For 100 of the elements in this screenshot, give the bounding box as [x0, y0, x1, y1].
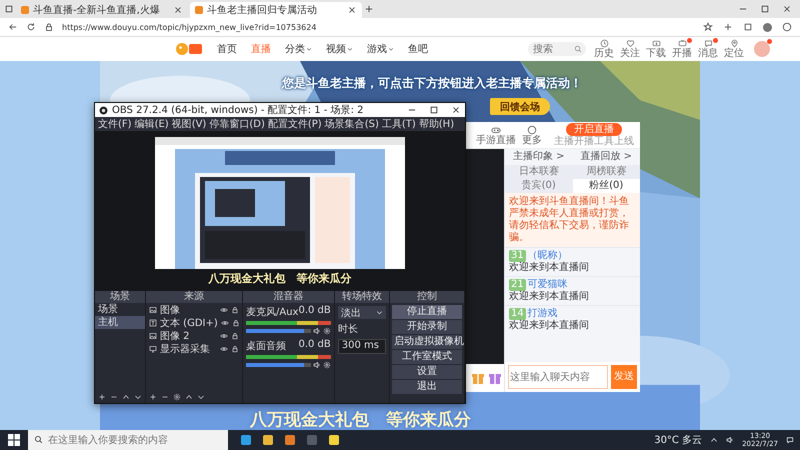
- scene-item[interactable]: 场景: [95, 303, 145, 316]
- taskbar-search-field[interactable]: 在这里输入你要搜索的内容: [28, 430, 228, 450]
- refresh-icon[interactable]: [26, 22, 36, 32]
- menu-icon[interactable]: [782, 22, 792, 32]
- chat-link[interactable]: 主播印象 >: [512, 151, 565, 163]
- address-field[interactable]: https://www.douyu.com/topic/hjypzxm_new_live?rid=10753624: [62, 22, 316, 32]
- scene-item[interactable]: 主机: [95, 316, 145, 329]
- user-name[interactable]: 可爱猫咪: [528, 279, 568, 291]
- visibility-icon[interactable]: [220, 318, 229, 326]
- move-up-icon[interactable]: [185, 393, 193, 401]
- nav-link[interactable]: 鱼吧: [408, 42, 428, 56]
- notifications-icon[interactable]: [786, 436, 794, 444]
- control-button[interactable]: 退出: [392, 380, 462, 394]
- move-down-icon[interactable]: [197, 393, 205, 401]
- chat-link[interactable]: 直播回放 >: [580, 151, 632, 163]
- lock-icon[interactable]: [231, 344, 239, 352]
- move-up-icon[interactable]: [122, 393, 130, 401]
- add-icon[interactable]: [98, 393, 106, 401]
- header-shortcut[interactable]: 下载: [646, 39, 666, 59]
- header-shortcut[interactable]: 历史: [594, 39, 614, 59]
- speaker-icon[interactable]: [312, 361, 321, 369]
- browser-tab[interactable]: 斗鱼直播-全新斗鱼直播,火爆: [16, 2, 188, 18]
- settings-icon[interactable]: [322, 327, 331, 335]
- chat-tab[interactable]: 贵宾(0): [505, 179, 572, 193]
- search-field[interactable]: 搜索: [528, 42, 586, 56]
- profile-icon[interactable]: [763, 22, 772, 32]
- show-hidden-icon[interactable]: [710, 436, 718, 444]
- source-item[interactable]: 图像 2: [160, 328, 217, 342]
- control-button[interactable]: 启动虚拟摄像机: [392, 335, 462, 349]
- caret-icon[interactable]: [347, 46, 353, 52]
- menu-item[interactable]: 场景集合(S): [324, 117, 379, 131]
- close-icon[interactable]: [173, 5, 183, 15]
- lock-icon[interactable]: [231, 332, 239, 340]
- header-shortcut[interactable]: 消息: [698, 39, 718, 59]
- caret-icon[interactable]: [388, 46, 394, 52]
- control-button[interactable]: 工作室模式: [392, 350, 462, 364]
- header-shortcut[interactable]: 关注: [620, 39, 640, 59]
- menu-item[interactable]: 工具(T): [382, 117, 416, 131]
- transition-dropdown[interactable]: 淡出: [338, 306, 386, 319]
- nav-link[interactable]: 游戏: [367, 42, 394, 56]
- speaker-icon[interactable]: [312, 327, 321, 335]
- close-icon[interactable]: [782, 4, 792, 14]
- new-tab-icon[interactable]: [364, 4, 374, 14]
- weather-text[interactable]: 30°C 多云: [654, 433, 702, 447]
- menu-item[interactable]: 帮助(H): [418, 117, 454, 131]
- tool-button[interactable]: 更多: [522, 124, 542, 146]
- menu-item[interactable]: 编辑(E): [134, 117, 169, 131]
- visibility-icon[interactable]: [220, 306, 228, 314]
- source-item[interactable]: 图像: [160, 302, 217, 316]
- user-name[interactable]: 打游戏: [528, 308, 558, 320]
- tab-actions-icon[interactable]: [4, 4, 14, 14]
- header-shortcut[interactable]: 开播: [672, 39, 692, 59]
- add-icon[interactable]: [149, 393, 157, 401]
- menu-item[interactable]: 配置文件(P): [268, 117, 322, 131]
- lock-icon[interactable]: [232, 318, 240, 326]
- tool-button[interactable]: 手游直播: [476, 124, 516, 146]
- collections-icon[interactable]: [743, 22, 753, 32]
- back-icon[interactable]: [8, 22, 18, 32]
- gift-icon[interactable]: [488, 371, 502, 385]
- nav-link[interactable]: 首页: [217, 42, 237, 56]
- preview-caption: 八万现金大礼包 等你来瓜分: [208, 270, 352, 286]
- maximize-icon[interactable]: [429, 105, 439, 115]
- promo-button[interactable]: 回馈会场: [490, 98, 550, 115]
- settings-icon[interactable]: [173, 393, 181, 401]
- move-down-icon[interactable]: [134, 393, 142, 401]
- close-icon[interactable]: [451, 105, 461, 115]
- user-name[interactable]: （昵称）: [528, 250, 568, 262]
- duration-field[interactable]: 300 ms: [338, 339, 386, 354]
- source-item[interactable]: 显示器采集: [160, 342, 217, 356]
- nav-link[interactable]: 分类: [285, 42, 312, 56]
- extensions-icon[interactable]: [723, 22, 733, 32]
- search-icon[interactable]: [574, 45, 582, 53]
- caret-icon[interactable]: [306, 46, 312, 52]
- menu-item[interactable]: 停靠窗口(D): [209, 117, 265, 131]
- chat-tab[interactable]: 周榜联赛: [572, 165, 640, 179]
- favorite-icon[interactable]: [703, 22, 713, 32]
- header-shortcut[interactable]: 定位: [724, 39, 744, 59]
- browser-tab[interactable]: 斗鱼老主播回归专属活动: [190, 2, 362, 18]
- avatar[interactable]: [754, 41, 770, 57]
- control-button[interactable]: 停止直播: [392, 305, 462, 319]
- start-icon[interactable]: [8, 434, 20, 446]
- maximize-icon[interactable]: [760, 4, 770, 14]
- dock-title: 混音器: [243, 291, 334, 303]
- menu-item[interactable]: 视图(V): [172, 117, 206, 131]
- chat-tab[interactable]: 日本联赛: [505, 165, 572, 179]
- control-button[interactable]: 开始录制: [392, 320, 462, 334]
- chat-tab[interactable]: 粉丝(0): [572, 179, 640, 193]
- visibility-icon[interactable]: [220, 332, 228, 340]
- nav-link[interactable]: 视频: [326, 42, 353, 56]
- settings-icon[interactable]: [322, 361, 331, 369]
- source-item[interactable]: 文本 (GDI+): [160, 316, 218, 330]
- close-icon[interactable]: [347, 5, 357, 15]
- menu-item[interactable]: 文件(F): [98, 117, 132, 131]
- lock-icon[interactable]: [231, 306, 239, 314]
- control-button[interactable]: 设置: [392, 365, 462, 379]
- chat-input[interactable]: 这里输入聊天内容: [508, 365, 608, 389]
- volume-icon[interactable]: [726, 436, 734, 444]
- logo-icon[interactable]: [175, 41, 203, 57]
- visibility-icon[interactable]: [220, 344, 228, 352]
- tv-icon: [678, 39, 686, 48]
